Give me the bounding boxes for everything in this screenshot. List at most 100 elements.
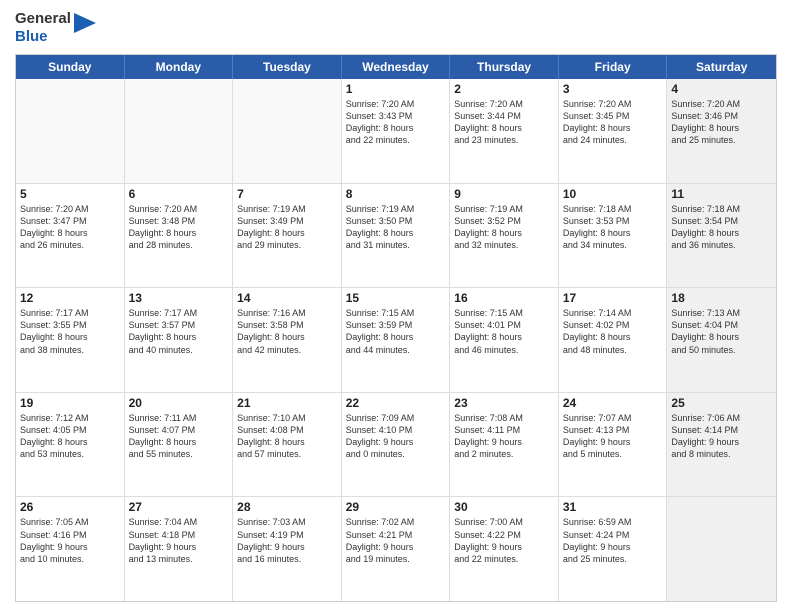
cell-text: Sunrise: 7:18 AM Sunset: 3:54 PM Dayligh… [671,203,772,252]
cell-text: Sunrise: 7:09 AM Sunset: 4:10 PM Dayligh… [346,412,446,461]
day-number: 2 [454,82,554,96]
calendar-header-row: SundayMondayTuesdayWednesdayThursdayFrid… [16,55,776,79]
day-number: 28 [237,500,337,514]
calendar-week-3: 12 Sunrise: 7:17 AM Sunset: 3:55 PM Dayli… [16,288,776,393]
calendar-cell: 23 Sunrise: 7:08 AM Sunset: 4:11 PM Dayli… [450,393,559,497]
cell-text: Sunrise: 7:10 AM Sunset: 4:08 PM Dayligh… [237,412,337,461]
cell-text: Sunrise: 7:03 AM Sunset: 4:19 PM Dayligh… [237,516,337,565]
cell-text: Sunrise: 7:20 AM Sunset: 3:44 PM Dayligh… [454,98,554,147]
calendar-cell: 17 Sunrise: 7:14 AM Sunset: 4:02 PM Dayli… [559,288,668,392]
calendar-cell: 5 Sunrise: 7:20 AM Sunset: 3:47 PM Daylig… [16,184,125,288]
calendar-cell: 8 Sunrise: 7:19 AM Sunset: 3:50 PM Daylig… [342,184,451,288]
calendar-cell [16,79,125,183]
cell-text: Sunrise: 7:05 AM Sunset: 4:16 PM Dayligh… [20,516,120,565]
calendar-cell: 12 Sunrise: 7:17 AM Sunset: 3:55 PM Dayli… [16,288,125,392]
day-number: 31 [563,500,663,514]
calendar-cell: 11Sunrise: 7:18 AM Sunset: 3:54 PM Dayli… [667,184,776,288]
day-number: 19 [20,396,120,410]
cell-text: Sunrise: 7:04 AM Sunset: 4:18 PM Dayligh… [129,516,229,565]
day-number: 5 [20,187,120,201]
day-number: 24 [563,396,663,410]
day-number: 12 [20,291,120,305]
calendar-cell: 29Sunrise: 7:02 AM Sunset: 4:21 PM Dayli… [342,497,451,601]
day-number: 20 [129,396,229,410]
calendar-header-saturday: Saturday [667,55,776,79]
calendar-cell: 19 Sunrise: 7:12 AM Sunset: 4:05 PM Dayli… [16,393,125,497]
day-number: 3 [563,82,663,96]
logo-text: General Blue [15,10,71,46]
page: General Blue SundayMondayTuesdayWednesda… [0,0,792,612]
cell-text: Sunrise: 7:08 AM Sunset: 4:11 PM Dayligh… [454,412,554,461]
calendar-body: 1Sunrise: 7:20 AM Sunset: 3:43 PM Daylig… [16,79,776,601]
cell-text: Sunrise: 7:07 AM Sunset: 4:13 PM Dayligh… [563,412,663,461]
cell-text: Sunrise: 7:17 AM Sunset: 3:55 PM Dayligh… [20,307,120,356]
cell-text: Sunrise: 7:20 AM Sunset: 3:45 PM Dayligh… [563,98,663,147]
calendar-header-friday: Friday [559,55,668,79]
day-number: 18 [671,291,772,305]
calendar-cell: 22 Sunrise: 7:09 AM Sunset: 4:10 PM Dayli… [342,393,451,497]
day-number: 17 [563,291,663,305]
calendar-cell: 20 Sunrise: 7:11 AM Sunset: 4:07 PM Dayli… [125,393,234,497]
calendar-cell: 18 Sunrise: 7:13 AM Sunset: 4:04 PM Dayli… [667,288,776,392]
cell-text: Sunrise: 7:20 AM Sunset: 3:46 PM Dayligh… [671,98,772,147]
cell-text: Sunrise: 7:19 AM Sunset: 3:50 PM Dayligh… [346,203,446,252]
calendar-cell [233,79,342,183]
calendar-header-sunday: Sunday [16,55,125,79]
header: General Blue [15,10,777,46]
cell-text: Sunrise: 7:14 AM Sunset: 4:02 PM Dayligh… [563,307,663,356]
cell-text: Sunrise: 7:12 AM Sunset: 4:05 PM Dayligh… [20,412,120,461]
calendar-header-tuesday: Tuesday [233,55,342,79]
cell-text: Sunrise: 7:17 AM Sunset: 3:57 PM Dayligh… [129,307,229,356]
calendar-cell: 9 Sunrise: 7:19 AM Sunset: 3:52 PM Daylig… [450,184,559,288]
logo: General Blue [15,10,96,46]
calendar-cell [125,79,234,183]
cell-text: Sunrise: 7:19 AM Sunset: 3:49 PM Dayligh… [237,203,337,252]
day-number: 26 [20,500,120,514]
cell-text: Sunrise: 6:59 AM Sunset: 4:24 PM Dayligh… [563,516,663,565]
calendar-cell: 31 Sunrise: 6:59 AM Sunset: 4:24 PM Dayli… [559,497,668,601]
day-number: 15 [346,291,446,305]
calendar-cell: 4 Sunrise: 7:20 AM Sunset: 3:46 PM Daylig… [667,79,776,183]
day-number: 10 [563,187,663,201]
calendar-week-5: 26 Sunrise: 7:05 AM Sunset: 4:16 PM Dayli… [16,497,776,601]
calendar-cell: 28 Sunrise: 7:03 AM Sunset: 4:19 PM Dayli… [233,497,342,601]
day-number: 14 [237,291,337,305]
day-number: 9 [454,187,554,201]
calendar: SundayMondayTuesdayWednesdayThursdayFrid… [15,54,777,602]
cell-text: Sunrise: 7:20 AM Sunset: 3:47 PM Dayligh… [20,203,120,252]
calendar-cell: 14 Sunrise: 7:16 AM Sunset: 3:58 PM Dayli… [233,288,342,392]
calendar-cell: 16Sunrise: 7:15 AM Sunset: 4:01 PM Dayli… [450,288,559,392]
cell-text: Sunrise: 7:02 AM Sunset: 4:21 PM Dayligh… [346,516,446,565]
day-number: 23 [454,396,554,410]
logo-container: General Blue [15,10,96,46]
cell-text: Sunrise: 7:11 AM Sunset: 4:07 PM Dayligh… [129,412,229,461]
cell-text: Sunrise: 7:18 AM Sunset: 3:53 PM Dayligh… [563,203,663,252]
day-number: 8 [346,187,446,201]
cell-text: Sunrise: 7:20 AM Sunset: 3:48 PM Dayligh… [129,203,229,252]
cell-text: Sunrise: 7:15 AM Sunset: 3:59 PM Dayligh… [346,307,446,356]
day-number: 25 [671,396,772,410]
calendar-header-wednesday: Wednesday [342,55,451,79]
calendar-header-monday: Monday [125,55,234,79]
day-number: 6 [129,187,229,201]
calendar-week-1: 1Sunrise: 7:20 AM Sunset: 3:43 PM Daylig… [16,79,776,184]
calendar-cell: 21 Sunrise: 7:10 AM Sunset: 4:08 PM Dayli… [233,393,342,497]
day-number: 4 [671,82,772,96]
calendar-cell: 13Sunrise: 7:17 AM Sunset: 3:57 PM Dayli… [125,288,234,392]
logo-general: General [15,10,71,27]
calendar-cell [667,497,776,601]
calendar-week-2: 5 Sunrise: 7:20 AM Sunset: 3:47 PM Daylig… [16,184,776,289]
day-number: 22 [346,396,446,410]
calendar-cell: 2 Sunrise: 7:20 AM Sunset: 3:44 PM Daylig… [450,79,559,183]
cell-text: Sunrise: 7:16 AM Sunset: 3:58 PM Dayligh… [237,307,337,356]
day-number: 1 [346,82,446,96]
calendar-cell: 10 Sunrise: 7:18 AM Sunset: 3:53 PM Dayli… [559,184,668,288]
cell-text: Sunrise: 7:00 AM Sunset: 4:22 PM Dayligh… [454,516,554,565]
calendar-cell: 25Sunrise: 7:06 AM Sunset: 4:14 PM Dayli… [667,393,776,497]
cell-text: Sunrise: 7:19 AM Sunset: 3:52 PM Dayligh… [454,203,554,252]
calendar-cell: 7 Sunrise: 7:19 AM Sunset: 3:49 PM Daylig… [233,184,342,288]
cell-text: Sunrise: 7:15 AM Sunset: 4:01 PM Dayligh… [454,307,554,356]
cell-text: Sunrise: 7:13 AM Sunset: 4:04 PM Dayligh… [671,307,772,356]
day-number: 21 [237,396,337,410]
day-number: 7 [237,187,337,201]
